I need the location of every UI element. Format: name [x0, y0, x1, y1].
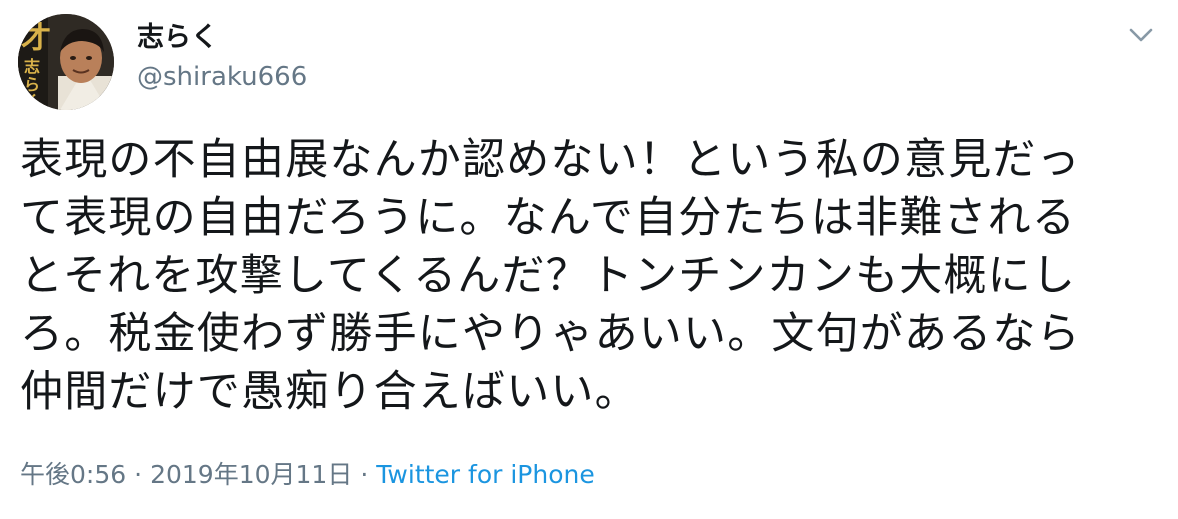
author-name[interactable]: 志らく — [137, 20, 218, 56]
tweet-text-line: て表現の自由だろうに。なんで自分たちは非難される — [20, 193, 1077, 243]
tweet-metadata: 午後0:56 · 2019年10月11日 · Twitter for iPhone — [20, 458, 595, 492]
svg-text:才: 才 — [21, 21, 51, 56]
avatar[interactable]: 才 志 ら く — [18, 14, 114, 110]
meta-separator: · — [134, 460, 143, 489]
avatar-image: 才 志 ら く — [18, 14, 114, 110]
tweet-text-line: 表現の不自由展なんか認めない！という私の意見だっ — [20, 135, 1081, 185]
tweet-source-link[interactable]: Twitter for iPhone — [376, 460, 594, 489]
meta-separator: · — [360, 460, 369, 489]
svg-text:志: 志 — [24, 57, 40, 76]
tweet-card: 才 志 ら く 志らく @shiraku666 表現の不自由展なんか認めない！と… — [0, 0, 1178, 519]
tweet-text-line: とそれを攻撃してくるんだ？トンチンカンも大概にし — [20, 251, 1077, 301]
svg-text:く: く — [24, 92, 40, 110]
tweet-text: 表現の不自由展なんか認めない！という私の意見だっ て表現の自由だろうに。なんで自… — [20, 131, 1160, 421]
chevron-down-icon[interactable] — [1126, 22, 1156, 48]
author-handle[interactable]: @shiraku666 — [137, 60, 307, 94]
tweet-text-line: 仲間だけで愚痴り合えばいい。 — [20, 367, 639, 417]
tweet-date[interactable]: 2019年10月11日 — [150, 460, 352, 489]
tweet-time[interactable]: 午後0:56 — [20, 460, 126, 489]
tweet-text-line: ろ。税金使わず勝手にやりゃあいい。文句があるなら — [20, 309, 1081, 359]
